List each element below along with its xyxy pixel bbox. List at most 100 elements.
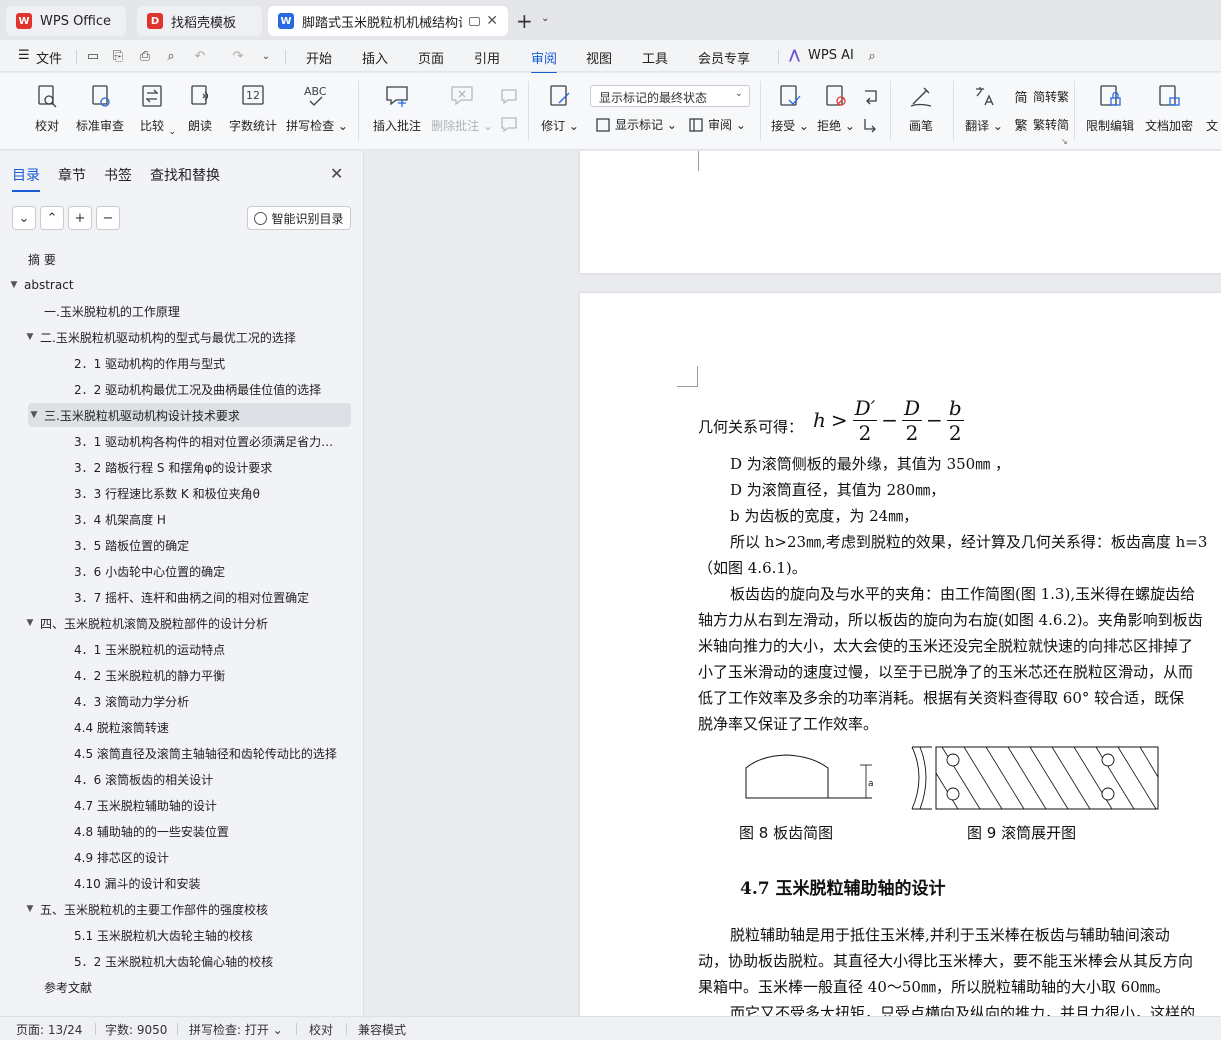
doc-more-button[interactable]: 文 bbox=[1203, 81, 1221, 145]
print-preview-icon[interactable]: ⌕ bbox=[163, 49, 179, 64]
menu-view[interactable]: 视图 bbox=[586, 48, 612, 67]
revise-button[interactable]: 修订 ⌄ bbox=[541, 81, 579, 145]
translate-button[interactable]: 翻译 ⌄ bbox=[965, 81, 1003, 145]
next-change-icon[interactable] bbox=[862, 115, 880, 133]
standard-review-button[interactable]: 标准审查 bbox=[75, 81, 125, 145]
toc-item[interactable]: 5.1 玉米脱粒机大齿轮主轴的校核 bbox=[70, 923, 345, 947]
collapse-all-button[interactable]: ⌃ bbox=[40, 206, 64, 230]
tab-docer[interactable]: D 找稻壳模板 bbox=[137, 6, 262, 36]
remove-heading-button[interactable]: − bbox=[96, 206, 120, 230]
tab-document[interactable]: W 脚踏式玉米脱粒机机械结构设计 ✕ bbox=[268, 6, 508, 36]
reject-button[interactable]: 拒绝 ⌄ bbox=[817, 81, 855, 145]
monitor-icon[interactable] bbox=[469, 16, 480, 26]
proofread-indicator[interactable]: 校对 bbox=[309, 1021, 333, 1038]
toc-item[interactable]: 4.7 玉米脱粒辅助轴的设计 bbox=[70, 793, 345, 817]
toc-item[interactable]: 4．2 玉米脱粒机的静力平衡 bbox=[70, 663, 345, 687]
menu-wps-ai[interactable]: WPS AI bbox=[808, 48, 854, 63]
next-comment-icon[interactable] bbox=[500, 115, 518, 133]
expand-triangle-icon[interactable]: ▼ bbox=[24, 618, 36, 628]
toc-item[interactable]: 4．3 滚筒动力学分析 bbox=[70, 689, 345, 713]
tab-find-replace[interactable]: 查找和替换 bbox=[150, 165, 220, 185]
ai-toc-button[interactable]: 智能识别目录 bbox=[247, 206, 351, 230]
page-current[interactable]: 几何关系可得： h > D′ 2 − D 2 − b 2 D 为滚筒侧板的最外缘… bbox=[580, 293, 1221, 1016]
toc-item[interactable]: 2．1 驱动机构的作用与型式 bbox=[70, 351, 345, 375]
hamburger-icon[interactable]: ☰ bbox=[18, 48, 30, 63]
new-tab-icon[interactable]: + bbox=[516, 9, 533, 33]
chevron-down-icon[interactable]: ⌄ bbox=[541, 13, 549, 24]
toc-item[interactable]: 3．6 小齿轮中心位置的确定 bbox=[70, 559, 345, 583]
toc-item[interactable]: 4.10 漏斗的设计和安装 bbox=[70, 871, 345, 895]
insert-comment-button[interactable]: 插入批注 bbox=[372, 81, 422, 145]
menu-file[interactable]: 文件 bbox=[36, 48, 62, 67]
toc-item[interactable]: 4.8 辅助轴的的一些安装位置 bbox=[70, 819, 345, 843]
toc-item[interactable]: 3．5 踏板位置的确定 bbox=[70, 533, 345, 557]
pen-button[interactable]: 画笔 bbox=[906, 81, 936, 145]
search-icon[interactable]: ⌕ bbox=[864, 49, 880, 64]
toc-item[interactable]: 4．6 滚筒板齿的相关设计 bbox=[70, 767, 345, 791]
toc-item[interactable]: 3．3 行程速比系数 K 和极位夹角θ bbox=[70, 481, 345, 505]
toc-item[interactable]: 5．2 玉米脱粒机大齿轮偏心轴的校核 bbox=[70, 949, 345, 973]
toc-item[interactable]: 3．1 驱动机构各构件的相对位置必须满足省力要求 bbox=[70, 429, 345, 453]
menu-tools[interactable]: 工具 bbox=[642, 48, 668, 67]
toc-item[interactable]: 4.9 排芯区的设计 bbox=[70, 845, 345, 869]
review-pane-button[interactable]: 审阅 ⌄ bbox=[688, 116, 746, 133]
tab-bookmarks[interactable]: 书签 bbox=[104, 165, 132, 185]
dialog-launcher-icon[interactable]: ↘ bbox=[1061, 137, 1068, 146]
accept-button[interactable]: 接受 ⌄ bbox=[771, 81, 809, 145]
read-aloud-button[interactable]: 朗读 bbox=[186, 81, 214, 145]
tab-toc[interactable]: 目录 bbox=[12, 165, 40, 192]
toc-item[interactable]: 2．2 驱动机构最优工况及曲柄最佳位值的选择 bbox=[70, 377, 345, 401]
delete-comment-button[interactable]: 删除批注 ⌄ bbox=[431, 81, 493, 145]
wps-ai-icon[interactable]: ⋀ bbox=[789, 48, 800, 63]
menu-home[interactable]: 开始 bbox=[306, 48, 332, 67]
compare-button[interactable]: 比较 ⌄ bbox=[134, 81, 176, 145]
toc-item[interactable]: 3．2 踏板行程 S 和摆角φ的设计要求 bbox=[70, 455, 345, 479]
toc-item[interactable]: 参考文献 bbox=[40, 975, 345, 999]
restrict-edit-button[interactable]: 限制编辑 bbox=[1086, 81, 1134, 145]
toc-item[interactable]: ▼ abstract bbox=[8, 273, 345, 297]
spell-check-button[interactable]: ABC 拼写检查 ⌄ bbox=[286, 81, 348, 145]
add-heading-button[interactable]: + bbox=[68, 206, 92, 230]
expand-all-button[interactable]: ⌄ bbox=[12, 206, 36, 230]
more-chevron-icon[interactable]: ⌄ bbox=[258, 49, 274, 64]
toc-item[interactable]: 4．1 玉米脱粒机的运动特点 bbox=[70, 637, 345, 661]
prev-comment-icon[interactable] bbox=[500, 87, 518, 105]
tab-chapters[interactable]: 章节 bbox=[58, 165, 86, 185]
redo-icon[interactable]: ↷ bbox=[230, 49, 246, 64]
to-simplified-button[interactable]: 繁 繁转简 bbox=[1013, 116, 1069, 134]
toc-item[interactable]: ▼ 五、玉米脱粒机的主要工作部件的强度校核 bbox=[24, 897, 345, 921]
page-indicator[interactable]: 页面: 13/24 bbox=[16, 1021, 82, 1038]
toc-item[interactable]: 摘 要 bbox=[24, 247, 345, 271]
word-count-indicator[interactable]: 字数: 9050 bbox=[105, 1021, 167, 1038]
export-pdf-icon[interactable]: ⎘ bbox=[110, 49, 126, 64]
toc-item[interactable]: 3．7 摇杆、连杆和曲柄之间的相对位置确定 bbox=[70, 585, 345, 609]
toc-item[interactable]: ▼ 三.玉米脱粒机驱动机构设计技术要求 bbox=[28, 403, 351, 427]
to-traditional-button[interactable]: 简 简转繁 bbox=[1013, 88, 1069, 106]
expand-triangle-icon[interactable]: ▼ bbox=[24, 332, 36, 342]
close-icon[interactable]: ✕ bbox=[330, 164, 343, 183]
tab-wps-office[interactable]: W WPS Office bbox=[6, 6, 126, 36]
expand-triangle-icon[interactable]: ▼ bbox=[24, 904, 36, 914]
doc-encrypt-button[interactable]: 文档加密 bbox=[1145, 81, 1193, 145]
toc-item[interactable]: 4.5 滚筒直径及滚筒主轴轴径和齿轮传动比的选择 bbox=[70, 741, 345, 765]
proofread-button[interactable]: 校对 bbox=[30, 81, 64, 145]
menu-references[interactable]: 引用 bbox=[474, 48, 500, 67]
save-icon[interactable]: ▭ bbox=[85, 49, 101, 64]
word-count-button[interactable]: 12 字数统计 bbox=[228, 81, 278, 145]
print-icon[interactable]: ⎙ bbox=[137, 49, 153, 64]
close-tab-icon[interactable]: ✕ bbox=[486, 13, 498, 29]
toc-item[interactable]: ▼ 二.玉米脱粒机驱动机构的型式与最优工况的选择 bbox=[24, 325, 345, 349]
toc-item[interactable]: 3．4 机架高度 H bbox=[70, 507, 345, 531]
toc-item[interactable]: 4.4 脱粒滚筒转速 bbox=[70, 715, 345, 739]
menu-member[interactable]: 会员专享 bbox=[698, 48, 750, 67]
spell-check-indicator[interactable]: 拼写检查: 打开 ⌄ bbox=[189, 1021, 283, 1038]
menu-review[interactable]: 审阅 bbox=[531, 48, 558, 74]
undo-icon[interactable]: ↶ bbox=[192, 49, 208, 64]
track-state-select[interactable]: 显示标记的最终状态 ⌄ bbox=[590, 85, 750, 107]
expand-triangle-icon[interactable]: ▼ bbox=[8, 280, 20, 290]
prev-change-icon[interactable] bbox=[862, 87, 880, 105]
menu-page[interactable]: 页面 bbox=[418, 48, 444, 67]
menu-insert[interactable]: 插入 bbox=[362, 48, 388, 67]
toc-item[interactable]: 一.玉米脱粒机的工作原理 bbox=[40, 299, 345, 323]
toc-item[interactable]: ▼ 四、玉米脱粒机滚筒及脱粒部件的设计分析 bbox=[24, 611, 345, 635]
